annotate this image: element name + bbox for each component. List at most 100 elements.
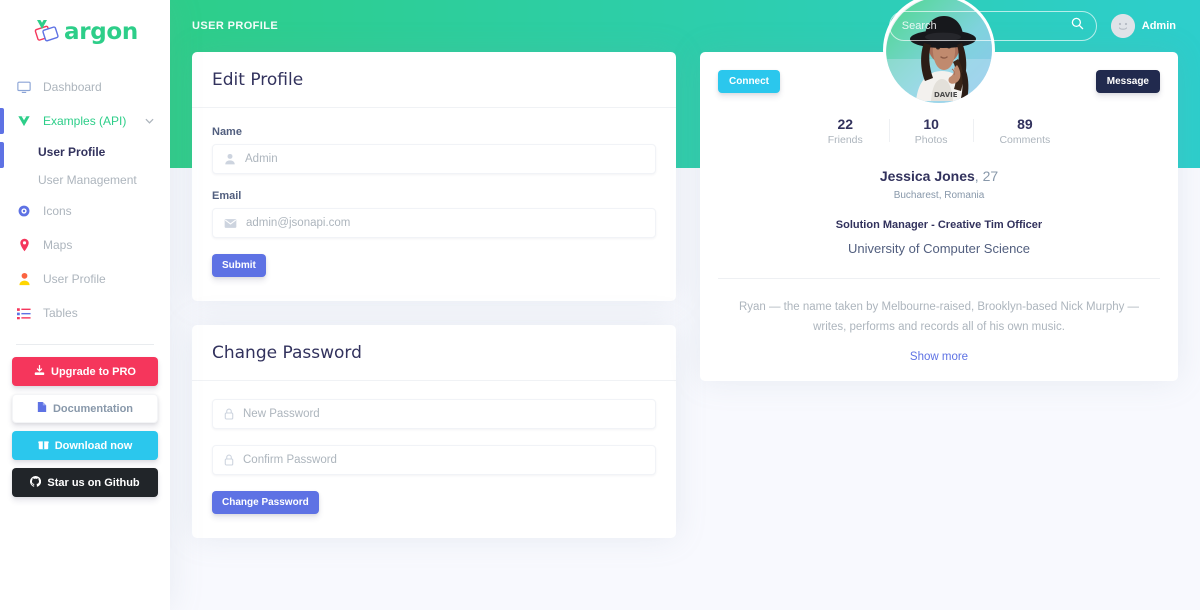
edit-profile-header: Edit Profile [192,52,676,108]
profile-info: Jessica Jones, 27 Bucharest, Romania Sol… [700,168,1178,256]
sidebar-subitem-user-management[interactable]: User Management [0,166,170,194]
sidebar-nav: Dashboard Examples (API) User Profile Us… [0,64,170,330]
upgrade-to-pro-button[interactable]: Upgrade to PRO [12,357,158,386]
profile-name: Jessica Jones [879,167,975,184]
avatar [1110,14,1135,38]
stat-value: 10 [923,116,939,132]
profile-age: , 27 [974,167,999,184]
email-field-label: Email [212,190,242,202]
svg-text:DAVIE: DAVIE [934,91,958,99]
lock-icon [224,408,234,420]
stat-value: 22 [837,116,854,132]
sidebar-edge-marker-bottom [0,142,4,168]
profile-education: University of Computer Science [847,240,1031,256]
sidebar-subnav: User Profile User Management [0,138,170,194]
new-password-field[interactable] [212,399,656,429]
stat-photos: 10 Photos [888,115,974,146]
lock-icon [224,454,234,466]
change-password-button[interactable]: Change Password [212,491,319,514]
github-icon [30,475,42,490]
bullseye-icon [16,203,32,219]
button-label: Star us on Github [47,476,140,489]
vue-shield-icon [16,113,32,129]
search-box[interactable] [888,11,1097,41]
name-field-label: Name [212,126,242,138]
documentation-button[interactable]: Documentation [12,394,158,423]
download-box-icon [34,364,45,379]
profile-location: Bucharest, Romania [893,189,985,201]
change-password-title: Change Password [212,343,362,363]
edit-profile-card: Edit Profile Name Email [192,52,676,301]
page-title: USER PROFILE [192,20,279,32]
sidebar-divider [16,344,154,345]
sidebar-item-label: Icons [43,204,72,218]
message-button[interactable]: Message [1095,70,1160,93]
search-icon[interactable] [1071,17,1084,35]
sidebar-item-label: Maps [43,238,73,252]
app-root: argon Dashboard Examples (API) User Prof… [0,0,1200,610]
profile-bio: Ryan — the name taken by Melbourne-raise… [738,300,1140,334]
sidebar-item-user-profile[interactable]: User Profile [0,262,170,296]
confirm-password-field[interactable] [212,445,656,475]
envelope-icon [224,218,237,229]
email-input[interactable] [246,217,644,229]
sidebar: argon Dashboard Examples (API) User Prof… [0,0,170,610]
search-input[interactable] [901,20,1071,32]
confirm-password-input[interactable] [243,454,644,466]
stat-label: Photos [914,133,948,146]
button-label: Documentation [52,402,134,415]
button-label: Upgrade to PRO [51,365,136,378]
sidebar-button-stack: Upgrade to PRO Documentation Download no… [0,357,170,497]
sidebar-item-icons[interactable]: Icons [0,194,170,228]
new-password-input[interactable] [243,408,644,420]
topnav-right: Admin [888,11,1176,41]
vue-argon-logo-icon [32,17,62,47]
connect-button[interactable]: Connect [718,70,780,93]
change-password-body: Change Password [192,381,676,538]
show-more-link[interactable]: Show more [700,351,1178,363]
sidebar-item-dashboard[interactable]: Dashboard [0,70,170,104]
sidebar-item-examples-api[interactable]: Examples (API) [0,104,170,138]
download-now-button[interactable]: Download now [12,431,158,460]
name-field[interactable] [212,144,656,174]
sidebar-item-label: User Profile [43,272,106,286]
stat-label: Friends [827,133,863,146]
main-area: USER PROFILE Search Admin Edit Profile N… [170,0,1200,610]
brand-logo: argon [32,17,138,47]
sidebar-item-label: Tables [43,306,78,320]
sidebar-subitem-user-profile[interactable]: User Profile [0,138,170,166]
stat-friends: 22 Friends [802,115,889,146]
change-password-card: Change Password Change Password [192,325,676,538]
map-pin-icon [16,237,32,253]
person-icon [16,271,32,287]
name-input[interactable] [245,153,644,165]
star-us-on-github-button[interactable]: Star us on Github [12,468,158,497]
stat-label: Comments [999,133,1051,146]
stat-value: 89 [1017,116,1033,132]
left-column: Edit Profile Name Email [192,52,676,538]
sidebar-item-label: Examples (API) [43,114,127,128]
profile-card: DAVIE Connect Message 22 Friends 10 Phot… [700,0,1178,382]
person-icon [224,153,236,165]
list-bullet-icon [16,305,32,321]
change-password-header: Change Password [192,325,676,381]
stat-comments: 89 Comments [973,115,1076,146]
chevron-down-icon [145,116,154,126]
email-field[interactable] [212,208,656,238]
edit-profile-title: Edit Profile [212,70,304,90]
tv-monitor-icon [16,79,32,95]
sidebar-item-maps[interactable]: Maps [0,228,170,262]
button-label: Download now [54,439,133,452]
brand-name: argon [63,19,138,45]
user-menu[interactable]: Admin [1110,14,1176,38]
document-icon [37,401,47,416]
gift-icon [38,439,49,453]
content-grid: Edit Profile Name Email [170,0,1200,538]
submit-button[interactable]: Submit [212,254,266,277]
edit-profile-body: Name Email [192,108,676,301]
profile-stats: 22 Friends 10 Photos 89 Comments [700,115,1178,146]
sidebar-item-tables[interactable]: Tables [0,296,170,330]
brand[interactable]: argon [0,0,170,64]
profile-job: Solution Manager - Creative Tim Officer [835,218,1043,231]
sidebar-item-label: Dashboard [43,80,102,94]
